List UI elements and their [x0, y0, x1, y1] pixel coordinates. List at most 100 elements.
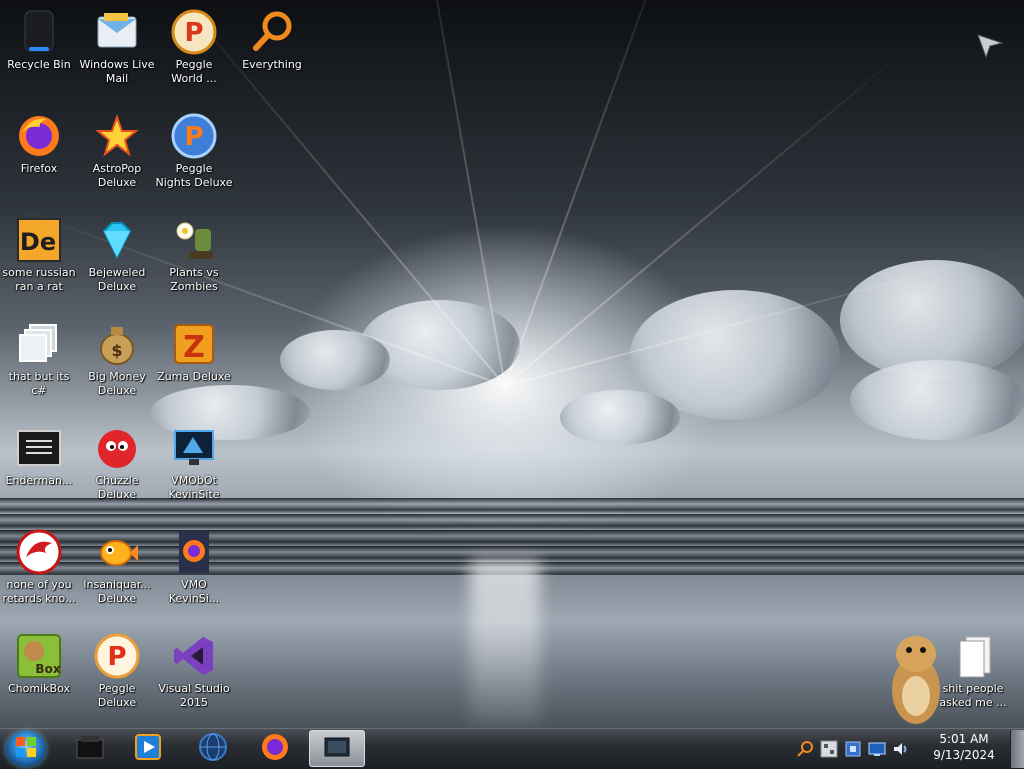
- icon-label: Windows Live Mail: [79, 58, 155, 85]
- desktop-icon-visual-studio-2015[interactable]: Visual Studio 2015: [155, 632, 233, 710]
- desktop-icon-insaniquarium[interactable]: Insaniquar... Deluxe: [78, 528, 156, 606]
- media-player-icon: [134, 733, 162, 765]
- gem-icon: [93, 216, 141, 264]
- desktop-icon-peggle-deluxe[interactable]: P Peggle Deluxe: [78, 632, 156, 710]
- desktop-icon-big-money[interactable]: $ Big Money Deluxe: [78, 320, 156, 398]
- folder-stack-icon: [15, 320, 63, 368]
- desktop-icon-bejeweled[interactable]: Bejeweled Deluxe: [78, 216, 156, 294]
- icon-label: Visual Studio 2015: [158, 682, 230, 709]
- icon-label: VMO KevinSi...: [168, 578, 220, 605]
- mouse-cursor-icon: [976, 33, 1004, 63]
- peggle-icon: P: [170, 8, 218, 56]
- show-desktop-button[interactable]: [1010, 730, 1024, 768]
- desktop-icon-peggle-nights[interactable]: P Peggle Nights Deluxe: [155, 112, 233, 190]
- icon-label: Bejeweled Deluxe: [88, 266, 146, 293]
- search-icon[interactable]: [795, 739, 815, 759]
- globe-icon: [198, 732, 228, 766]
- icon-label: Zuma Deluxe: [157, 370, 231, 383]
- terminal-box-icon: [75, 734, 105, 764]
- icon-label: Plants vs Zombies: [169, 266, 219, 293]
- clock-date: 9/13/2024: [933, 748, 995, 762]
- zuma-icon: Z: [170, 320, 218, 368]
- desktop-icon-that-but-its-c-sharp[interactable]: that but its c#: [0, 320, 78, 398]
- plants-icon: [170, 216, 218, 264]
- icon-label: that but its c#: [8, 370, 70, 397]
- system-tray: [795, 730, 920, 767]
- desktop-icon-shit-people-asked-me[interactable]: shit people asked me ...: [934, 632, 1012, 710]
- svg-text:$: $: [111, 341, 122, 360]
- icon-label: ChomikBox: [8, 682, 70, 695]
- network-icon[interactable]: [819, 739, 839, 759]
- desktop-icon-some-russian-ran-a-rat[interactable]: De some russian ran a rat: [0, 216, 78, 294]
- desktop-icon-zuma[interactable]: Z Zuma Deluxe: [155, 320, 233, 384]
- icon-label: Chuzzle Deluxe: [95, 474, 139, 501]
- icon-label: Insaniquar... Deluxe: [83, 578, 151, 605]
- recycle-bin-icon: [15, 8, 63, 56]
- desktop-icon-vmobot-kevinsite[interactable]: VMObOt KevinSite: [155, 424, 233, 502]
- peggle-nights-icon: P: [170, 112, 218, 160]
- icon-label: Everything: [242, 58, 302, 71]
- window-app-icon: [323, 736, 351, 762]
- vm-monitor-icon: [170, 424, 218, 472]
- security-icon[interactable]: [843, 739, 863, 759]
- money-bag-icon: $: [93, 320, 141, 368]
- visual-studio-icon: [170, 632, 218, 680]
- red-dragon-icon: [15, 528, 63, 576]
- taskbar-app-firefox[interactable]: [247, 730, 303, 767]
- chomikbox-icon: Box: [15, 632, 63, 680]
- terminal-icon: [15, 424, 63, 472]
- svg-text:Box: Box: [35, 662, 60, 676]
- firefox-icon: [15, 112, 63, 160]
- sun-reflection: [470, 560, 540, 728]
- mail-icon: [93, 8, 141, 56]
- desktop-icon-chuzzle[interactable]: Chuzzle Deluxe: [78, 424, 156, 502]
- icon-label: AstroPop Deluxe: [92, 162, 142, 189]
- icon-label: VMObOt KevinSite: [168, 474, 220, 501]
- svg-text:P: P: [184, 18, 203, 48]
- display-icon[interactable]: [867, 739, 887, 759]
- icon-label: Enderman...: [5, 474, 73, 487]
- clock-time: 5:01 AM: [939, 732, 989, 746]
- icon-label: Peggle Deluxe: [97, 682, 137, 709]
- icon-label: some russian ran a rat: [2, 266, 76, 293]
- search-icon: [248, 8, 296, 56]
- icon-label: shit people asked me ...: [939, 682, 1007, 709]
- desktop-icon-plants-vs-zombies[interactable]: Plants vs Zombies: [155, 216, 233, 294]
- taskbar-app-terminal[interactable]: [62, 730, 118, 767]
- svg-text:P: P: [107, 642, 126, 672]
- svg-text:Z: Z: [183, 330, 205, 365]
- taskbar-app-media-player[interactable]: [120, 730, 176, 767]
- icon-label: Recycle Bin: [7, 58, 71, 71]
- firefox-doc-icon: [170, 528, 218, 576]
- goldfish-icon: [93, 528, 141, 576]
- icon-label: Firefox: [20, 162, 58, 175]
- peggle-deluxe-icon: P: [93, 632, 141, 680]
- desktop-icon-firefox[interactable]: Firefox: [0, 112, 78, 176]
- icon-label: Big Money Deluxe: [88, 370, 146, 397]
- desktop-icon-astropop[interactable]: AstroPop Deluxe: [78, 112, 156, 190]
- icon-label: Peggle Nights Deluxe: [155, 162, 233, 189]
- icon-label: Peggle World ...: [171, 58, 217, 85]
- svg-text:De: De: [20, 228, 56, 256]
- desktop-icon-enderman[interactable]: Enderman...: [0, 424, 78, 488]
- volume-icon[interactable]: [891, 739, 911, 759]
- desktop-icon-vmo-kevinsite[interactable]: VMO KevinSi...: [155, 528, 233, 606]
- desktop-icon-peggle-world[interactable]: P Peggle World ...: [155, 8, 233, 86]
- cloud: [560, 390, 680, 445]
- taskbar-clock[interactable]: 5:01 AM 9/13/2024: [920, 731, 1008, 767]
- folder-icon: [949, 632, 997, 680]
- icon-label: none of you retards kno...: [2, 578, 76, 605]
- cloud: [850, 360, 1024, 440]
- taskbar-app-active-window[interactable]: [309, 730, 365, 767]
- start-button[interactable]: [6, 731, 46, 767]
- desktop-icon-everything[interactable]: Everything: [233, 8, 311, 72]
- taskbar-app-browser[interactable]: [185, 730, 241, 767]
- desktop-icon-windows-live-mail[interactable]: Windows Live Mail: [78, 8, 156, 86]
- astropop-icon: [93, 112, 141, 160]
- chuzzle-icon: [93, 424, 141, 472]
- desktop-icon-recycle-bin[interactable]: Recycle Bin: [0, 8, 78, 72]
- de-app-icon: De: [15, 216, 63, 264]
- windows-logo-icon: [15, 736, 37, 762]
- desktop-icon-chomikbox[interactable]: Box ChomikBox: [0, 632, 78, 696]
- desktop-icon-none-of-you[interactable]: none of you retards kno...: [0, 528, 78, 606]
